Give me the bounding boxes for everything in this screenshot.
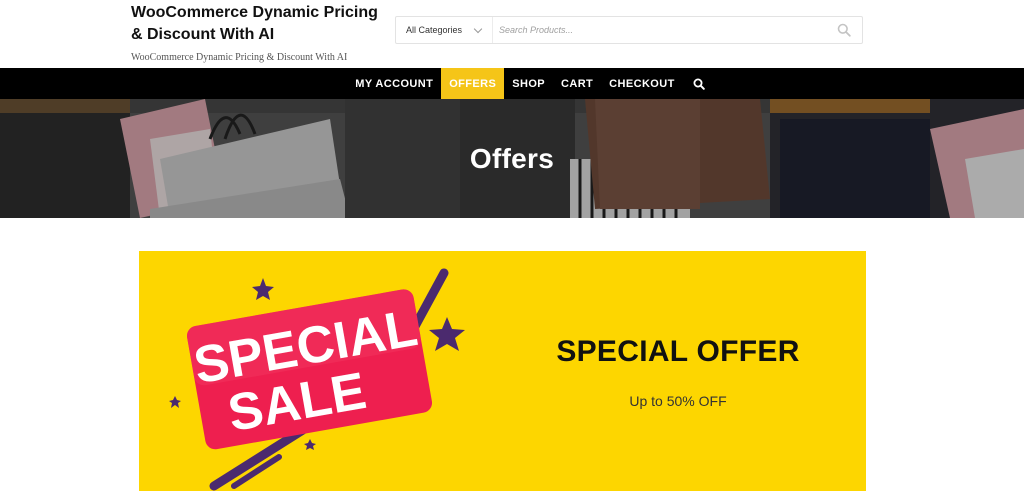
category-select-value: All Categories: [406, 25, 463, 35]
nav-item-my-account[interactable]: MY ACCOUNT: [347, 68, 441, 99]
page-hero: Offers: [0, 99, 1024, 218]
site-header: WooCommerce Dynamic Pricing & Discount W…: [0, 0, 1024, 68]
site-tagline: WooCommerce Dynamic Pricing & Discount W…: [131, 52, 348, 63]
search-icon: [837, 23, 851, 37]
banner-heading: SPECIAL OFFER: [556, 335, 800, 368]
nav-search-button[interactable]: [683, 68, 715, 99]
nav-item-offers[interactable]: OFFERS: [441, 68, 505, 99]
search-button[interactable]: [826, 17, 862, 43]
product-search-form: All Categories: [395, 16, 863, 44]
special-offer-banner[interactable]: SPECIAL SALE SPECIAL OFFER Up to 50% OFF: [139, 251, 866, 491]
site-title[interactable]: WooCommerce Dynamic Pricing & Discount W…: [131, 2, 381, 46]
search-input[interactable]: [493, 17, 826, 43]
banner-subheading: Up to 50% OFF: [629, 393, 727, 409]
chevron-down-icon: [473, 24, 483, 34]
search-icon: [693, 78, 705, 90]
main-navigation: MY ACCOUNT OFFERS SHOP CART CHECKOUT: [0, 68, 1024, 99]
nav-item-checkout[interactable]: CHECKOUT: [601, 68, 683, 99]
special-sale-text: SPECIAL SALE: [190, 299, 422, 443]
nav-item-shop[interactable]: SHOP: [504, 68, 553, 99]
category-select[interactable]: All Categories: [396, 17, 493, 43]
page-title: Offers: [469, 142, 555, 174]
nav-item-cart[interactable]: CART: [553, 68, 601, 99]
